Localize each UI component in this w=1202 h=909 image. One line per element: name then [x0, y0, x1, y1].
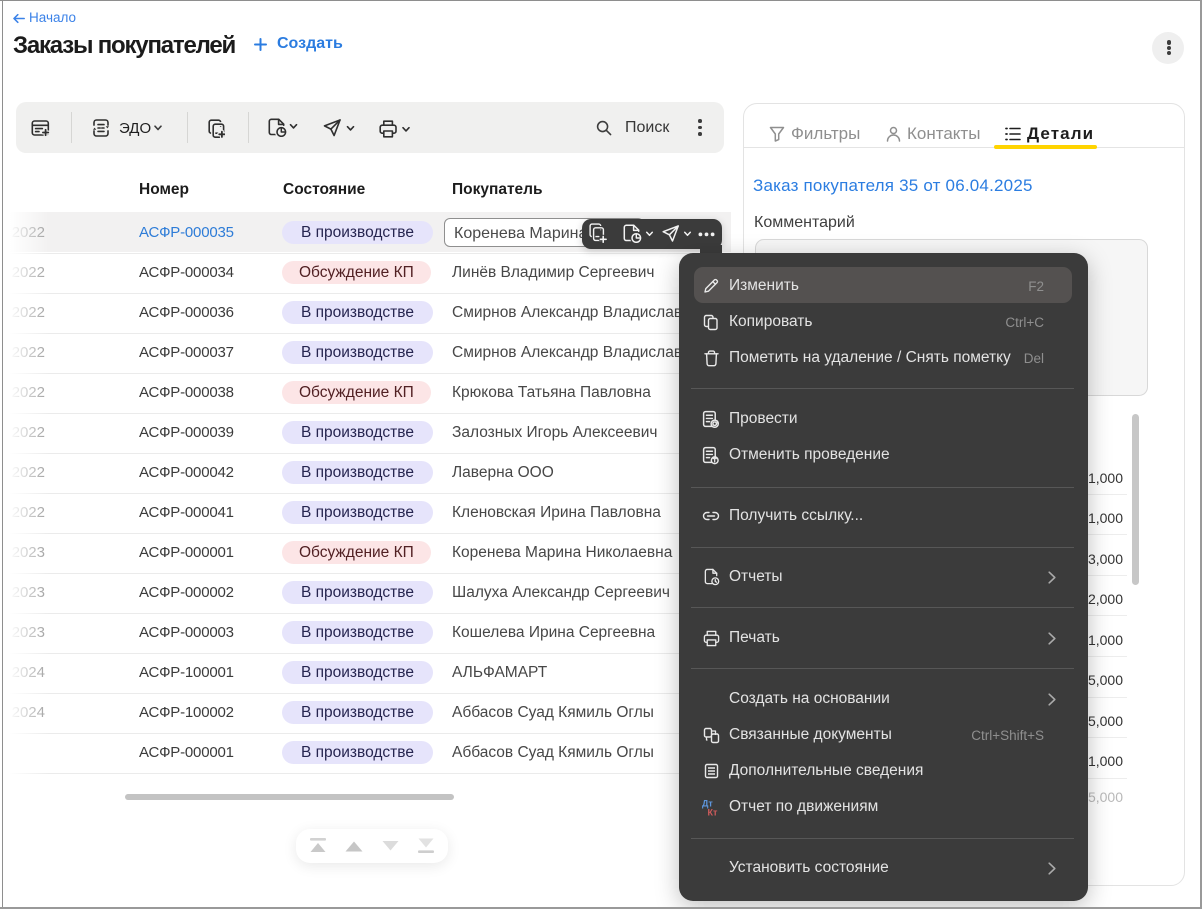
- svg-text:Кт: Кт: [708, 807, 718, 816]
